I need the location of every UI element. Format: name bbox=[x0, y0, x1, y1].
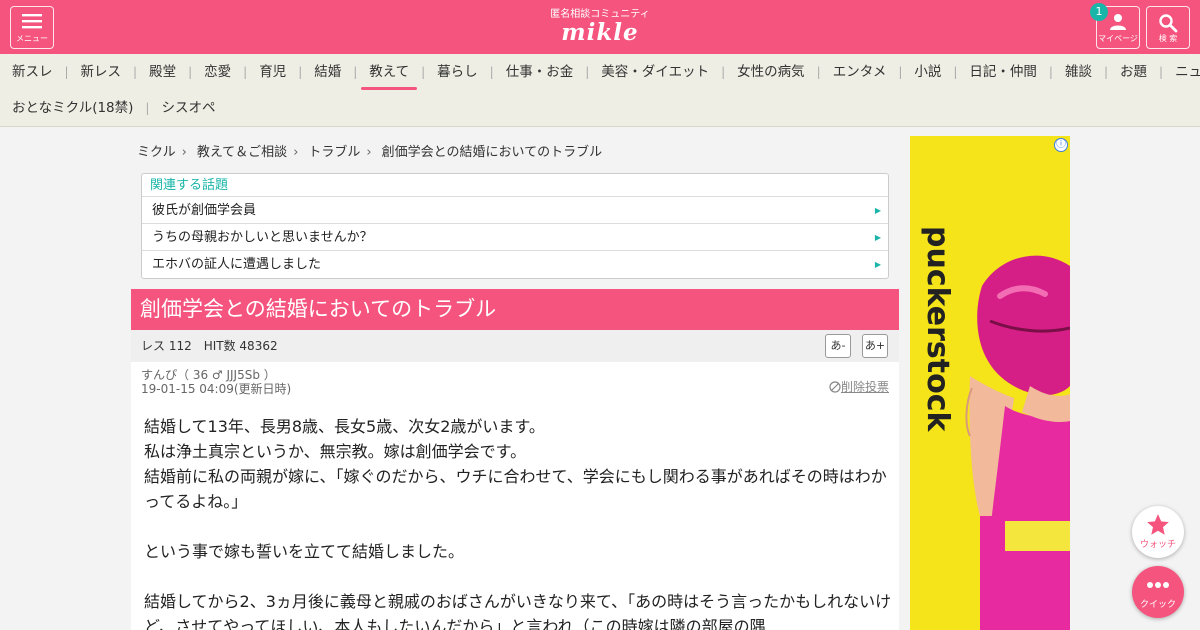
delete-vote-link[interactable]: 削除投票 bbox=[829, 380, 889, 394]
post-line: という事で嫁も誓いを立てて結婚しました。 bbox=[144, 542, 465, 561]
breadcrumb-item[interactable]: 教えて＆ご相談 bbox=[197, 144, 287, 162]
triangle-right-icon: ▶ bbox=[874, 260, 881, 269]
mypage-label: マイページ bbox=[1098, 34, 1138, 43]
notification-badge: 1 bbox=[1090, 3, 1108, 21]
triangle-right-icon: ▶ bbox=[874, 206, 881, 215]
quick-label: クイック bbox=[1139, 600, 1176, 610]
search-button[interactable]: 検 索 bbox=[1146, 6, 1190, 49]
related-heading: 関連する話題 bbox=[142, 174, 888, 197]
watch-label: ウォッチ bbox=[1139, 540, 1176, 550]
chevron-right-icon: › bbox=[293, 145, 299, 160]
star-icon bbox=[1147, 514, 1169, 535]
category-item[interactable]: 新スレ bbox=[0, 54, 65, 90]
category-item[interactable]: 日記・仲間 bbox=[957, 54, 1049, 90]
mypage-button[interactable]: 1 マイページ bbox=[1090, 3, 1140, 49]
post: すんぴ（ 36 ♂ JJJ5Sb ） 19-01-15 04:09(更新日時) … bbox=[131, 362, 899, 630]
category-row-2: おとなミクル(18禁) | シスオペ bbox=[0, 90, 227, 126]
category-item[interactable]: 殿堂 bbox=[137, 54, 188, 90]
triangle-right-icon: ▶ bbox=[874, 233, 881, 242]
post-line: 結婚前に私の両親が嫁に、「嫁ぐのだから、ウチに合わせて、学会にもし関わる事があれ… bbox=[144, 467, 887, 511]
search-icon bbox=[1159, 14, 1178, 33]
category-item[interactable]: お題 bbox=[1108, 54, 1159, 90]
thread-title: 創価学会との結婚においてのトラブル bbox=[131, 289, 899, 330]
post-body: 結婚して13年、長男8歳、長女5歳、次女2歳がいます。 私は浄土真宗というか、無… bbox=[144, 414, 892, 630]
prohibit-icon bbox=[829, 381, 841, 393]
font-smaller-button[interactable]: あ- bbox=[825, 334, 851, 358]
category-item[interactable]: 雑談 bbox=[1053, 54, 1104, 90]
more-dots-icon bbox=[1147, 582, 1169, 588]
category-item[interactable]: 美容・ダイエット bbox=[589, 54, 721, 90]
category-item[interactable]: シスオペ bbox=[149, 90, 227, 126]
post-date: 19-01-15 04:09(更新日時) bbox=[141, 382, 292, 396]
category-item[interactable]: ニュース bbox=[1163, 54, 1200, 90]
related-item-label: エホバの証人に遭遇しました bbox=[152, 257, 322, 272]
category-item[interactable]: 仕事・お金 bbox=[494, 54, 586, 90]
related-item[interactable]: 彼氏が創価学会員 ▶ bbox=[142, 197, 888, 224]
breadcrumb: ミクル › 教えて＆ご相談 › トラブル › 創価学会との結婚においてのトラブル bbox=[137, 144, 602, 162]
breadcrumb-item[interactable]: ミクル bbox=[137, 144, 176, 162]
post-line: 結婚してから2、3ヵ月後に義母と親戚のおばさんがいきなり来て、「あの時はそう言っ… bbox=[144, 592, 892, 630]
post-line: 結婚して13年、長男8歳、長女5歳、次女2歳がいます。 bbox=[144, 417, 545, 436]
chevron-right-icon: › bbox=[181, 145, 187, 160]
category-item[interactable]: 暮らし bbox=[425, 54, 490, 90]
delete-vote-label: 削除投票 bbox=[840, 380, 889, 394]
related-item-label: 彼氏が創価学会員 bbox=[152, 203, 257, 218]
related-item-label: うちの母親おかしいと思いませんか？ bbox=[152, 230, 373, 245]
thread-meta: レス 112 HIT数 48362 bbox=[131, 330, 899, 362]
site-logo[interactable]: mikle bbox=[0, 18, 1200, 48]
category-item[interactable]: おとなミクル(18禁) bbox=[0, 90, 145, 126]
quick-button[interactable]: クイック bbox=[1132, 566, 1184, 618]
category-nav: 新スレ | 新レス | 殿堂 | 恋愛 | 育児 | 結婚 | 教えて | 暮らし | 仕事・お… bbox=[0, 54, 1200, 127]
user-icon bbox=[1110, 14, 1126, 30]
post-line: 私は浄土真宗というか、無宗教。嫁は創価学会です。 bbox=[144, 442, 527, 461]
category-item[interactable]: 結婚 bbox=[302, 54, 353, 90]
breadcrumb-item[interactable]: トラブル bbox=[308, 144, 360, 162]
related-item[interactable]: エホバの証人に遭遇しました ▶ bbox=[142, 251, 888, 278]
font-larger-button[interactable]: あ+ bbox=[862, 334, 888, 358]
category-item[interactable]: 育児 bbox=[247, 54, 298, 90]
chevron-right-icon: › bbox=[366, 145, 372, 160]
post-author: すんぴ（ 36 ♂ JJJ5Sb ） bbox=[141, 368, 276, 382]
breadcrumb-current: 創価学会との結婚においてのトラブル bbox=[381, 145, 603, 160]
category-item[interactable]: エンタメ bbox=[821, 54, 899, 90]
category-item[interactable]: 女性の病気 bbox=[725, 54, 817, 90]
ad-model-image bbox=[965, 255, 1070, 630]
related-topics: 関連する話題 彼氏が創価学会員 ▶ うちの母親おかしいと思いませんか？ ▶ エホ… bbox=[141, 173, 889, 279]
site-header: メニュー 匿名相談コミュニティ mikle 1 マイページ 検 索 bbox=[0, 0, 1200, 54]
watch-button[interactable]: ウォッチ bbox=[1132, 506, 1184, 558]
related-item[interactable]: うちの母親おかしいと思いませんか？ ▶ bbox=[142, 224, 888, 251]
category-item[interactable]: 新レス bbox=[69, 54, 134, 90]
category-row-1: 新スレ | 新レス | 殿堂 | 恋愛 | 育児 | 結婚 | 教えて | 暮らし | 仕事・お… bbox=[0, 54, 1200, 90]
category-item[interactable]: 恋愛 bbox=[192, 54, 243, 90]
category-item-active[interactable]: 教えて bbox=[357, 54, 421, 90]
category-item[interactable]: 小説 bbox=[902, 54, 953, 90]
search-label: 検 索 bbox=[1158, 34, 1178, 43]
advertisement[interactable]: ⓘ puckerstock bbox=[910, 136, 1070, 630]
